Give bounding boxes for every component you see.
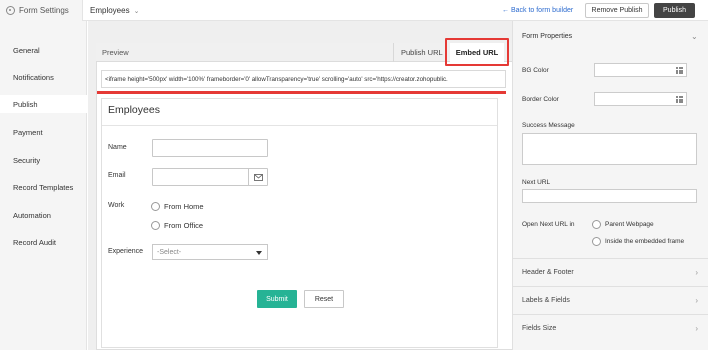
section-fields-size-label: Fields Size xyxy=(522,325,557,332)
sidebar-item-record-templates[interactable]: Record Templates xyxy=(0,178,87,196)
bg-color-input[interactable] xyxy=(594,63,687,77)
radio-from-office[interactable] xyxy=(151,221,160,230)
sidebar-item-automation[interactable]: Automation xyxy=(0,206,87,224)
radio-parent-webpage-label: Parent Webpage xyxy=(605,221,654,228)
embed-code-highlight xyxy=(97,91,506,94)
experience-label: Experience xyxy=(108,248,144,255)
submit-button[interactable]: Submit xyxy=(257,290,297,308)
form-settings-label: Form Settings xyxy=(19,6,69,15)
reset-button[interactable]: Reset xyxy=(304,290,344,308)
radio-from-home-label: From Home xyxy=(164,202,204,211)
radio-inside-embedded-frame[interactable] xyxy=(592,237,601,246)
publish-button[interactable]: Publish xyxy=(654,3,695,18)
section-header-footer[interactable]: Header & Footer › xyxy=(512,258,708,286)
email-label: Email xyxy=(108,172,126,179)
radio-inside-embedded-frame-label: Inside the embedded frame xyxy=(605,238,685,245)
sidebar-item-record-audit[interactable]: Record Audit xyxy=(0,233,87,251)
remove-publish-button[interactable]: Remove Publish xyxy=(585,3,649,18)
radio-from-home[interactable] xyxy=(151,202,160,211)
embed-url-highlight xyxy=(445,38,509,66)
sidebar-item-notifications[interactable]: Notifications xyxy=(0,68,87,86)
name-label: Name xyxy=(108,144,127,151)
form-name-dropdown[interactable]: Employees ⌄ xyxy=(90,0,139,21)
tab-preview: Preview xyxy=(102,48,129,57)
gear-icon xyxy=(6,6,15,15)
section-labels-fields[interactable]: Labels & Fields › xyxy=(512,286,708,314)
color-grid-icon[interactable] xyxy=(676,96,683,103)
radio-from-office-label: From Office xyxy=(164,221,204,230)
sidebar-item-publish[interactable]: Publish xyxy=(0,95,88,113)
next-url-label: Next URL xyxy=(522,179,551,186)
name-input[interactable] xyxy=(152,139,268,157)
chevron-down-icon[interactable]: ⌄ xyxy=(691,27,698,45)
divider xyxy=(102,125,497,126)
back-to-form-builder-link[interactable]: ← Back to form builder xyxy=(502,0,573,21)
success-message-textarea[interactable] xyxy=(522,133,697,165)
experience-select-value: -Select- xyxy=(157,248,182,256)
next-url-input[interactable] xyxy=(522,189,697,203)
form-preview-title: Employees xyxy=(108,104,160,116)
form-properties-header[interactable]: Form Properties xyxy=(512,27,708,45)
success-message-label: Success Message xyxy=(522,122,575,129)
open-next-url-label: Open Next URL in xyxy=(522,221,575,228)
work-label: Work xyxy=(108,202,125,209)
section-labels-fields-label: Labels & Fields xyxy=(522,297,570,304)
chevron-right-icon: › xyxy=(695,296,698,305)
form-settings-title: Form Settings xyxy=(0,0,83,21)
section-header-footer-label: Header & Footer xyxy=(522,269,574,276)
border-color-input[interactable] xyxy=(594,92,687,106)
section-fields-size[interactable]: Fields Size › xyxy=(512,314,708,342)
chevron-down-icon: ⌄ xyxy=(133,7,140,15)
sidebar-item-payment[interactable]: Payment xyxy=(0,123,87,141)
chevron-right-icon: › xyxy=(695,324,698,333)
radio-parent-webpage[interactable] xyxy=(592,220,601,229)
bg-color-label: BG Color xyxy=(522,67,549,74)
embed-code-field[interactable]: <iframe height='500px' width='100%' fram… xyxy=(101,70,506,88)
envelope-icon xyxy=(248,168,268,186)
chevron-right-icon: › xyxy=(695,268,698,277)
tab-publish-url[interactable]: Publish URL xyxy=(401,43,443,62)
color-grid-icon[interactable] xyxy=(676,67,683,74)
experience-select[interactable]: -Select- xyxy=(152,244,268,260)
caret-down-icon xyxy=(256,251,262,255)
form-name-label: Employees xyxy=(90,6,130,15)
settings-sidebar: General Notifications Publish Payment Se… xyxy=(0,21,88,350)
form-preview-card xyxy=(101,98,498,348)
sidebar-item-general[interactable]: General xyxy=(0,41,87,59)
sidebar-item-security[interactable]: Security xyxy=(0,151,87,169)
tab-divider xyxy=(393,43,394,62)
border-color-label: Border Color xyxy=(522,96,559,103)
